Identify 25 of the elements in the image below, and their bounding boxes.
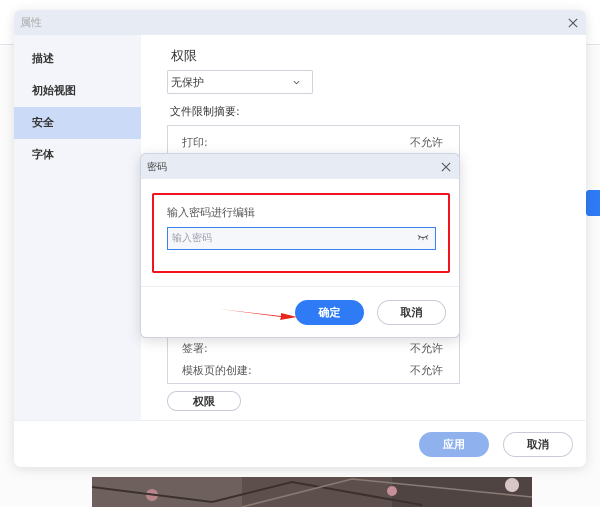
sidebar-item[interactable]: 字体	[14, 139, 141, 171]
restriction-value: 不允许	[410, 135, 443, 150]
summary-label: 文件限制摘要:	[170, 104, 240, 119]
sidebar-item[interactable]: 初始视图	[14, 75, 141, 107]
restriction-value: 不允许	[410, 362, 443, 378]
restriction-name: 模板页的创建:	[182, 362, 252, 378]
prompt-text: 输入密码进行编辑	[167, 205, 256, 220]
sidebar-item[interactable]: 描述	[14, 43, 141, 75]
eye-closed-icon[interactable]	[417, 234, 429, 241]
close-icon[interactable]	[441, 162, 451, 172]
close-icon[interactable]	[568, 18, 578, 28]
dialog-title: 属性	[20, 15, 42, 30]
cancel-button[interactable]: 取消	[377, 300, 446, 324]
sidebar-item[interactable]: 安全	[14, 107, 141, 139]
dialog-title: 密码	[147, 160, 167, 174]
password-field[interactable]: 输入密码	[167, 227, 436, 250]
chevron-icon	[293, 80, 300, 84]
restriction-name: 打印:	[182, 135, 208, 150]
confirm-button[interactable]: 确定	[295, 300, 364, 324]
restriction-value: 不允许	[410, 340, 443, 356]
permission-button[interactable]: 权限	[167, 391, 241, 411]
permission-dropdown[interactable]: 无保护	[167, 70, 313, 94]
cancel-button[interactable]: 取消	[503, 432, 573, 456]
section-label: 权限	[171, 48, 197, 65]
restriction-name: 签署:	[182, 340, 208, 356]
